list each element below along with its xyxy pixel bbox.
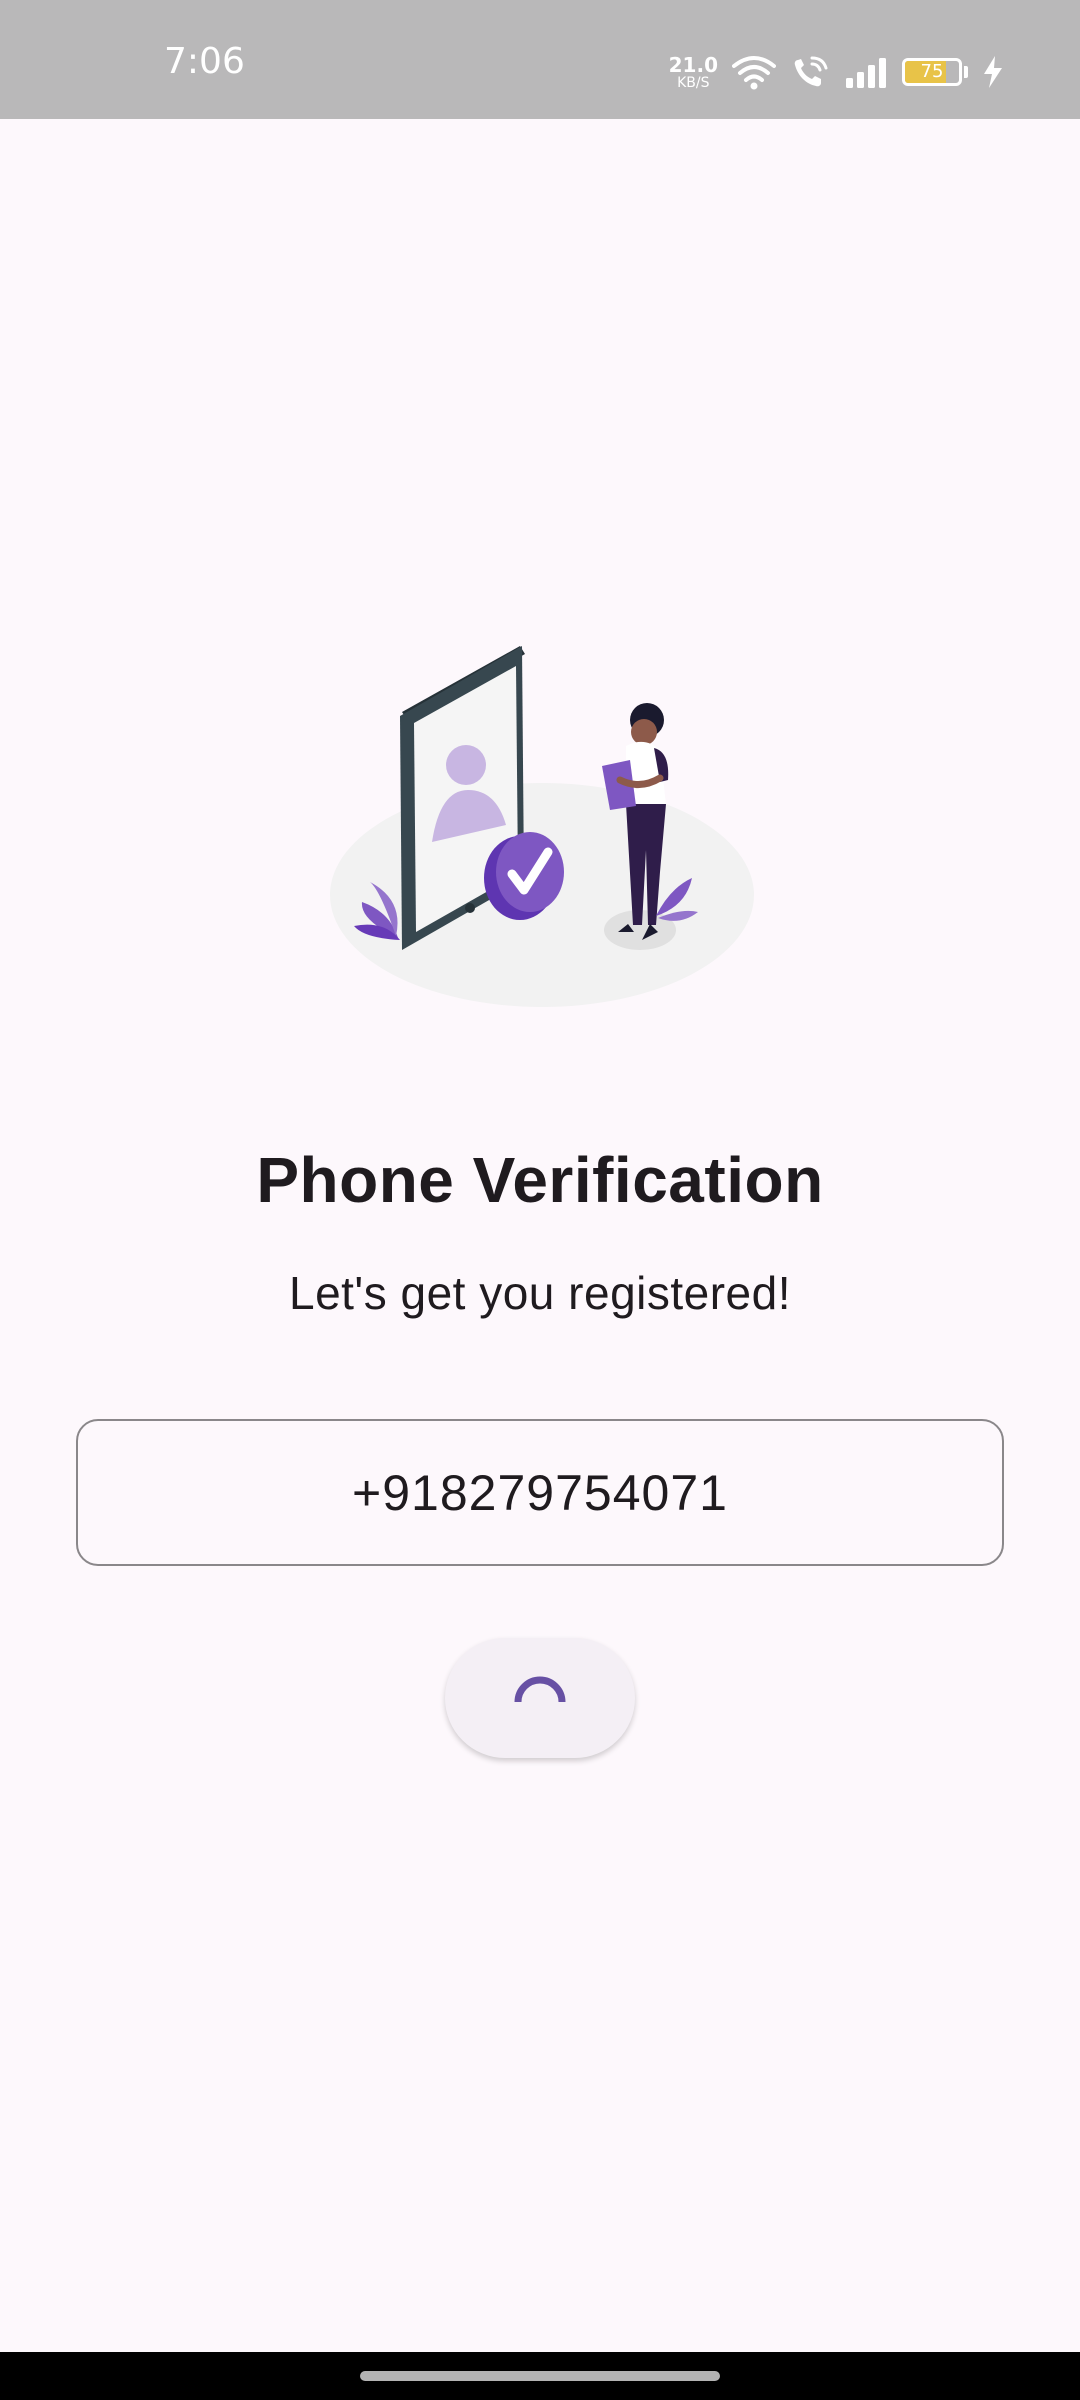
network-speed-value: 21.0 [668,52,718,77]
phone-number-input[interactable] [78,1462,1002,1523]
status-time: 7:06 [164,41,245,82]
phone-verification-illustration [330,646,754,1007]
page-subtitle: Let's get you registered! [288,1267,791,1319]
submit-button[interactable] [445,1638,635,1758]
navigation-bar [0,2352,1080,2400]
wifi-icon [732,56,776,90]
status-icons: 21.0 KB/S 75 [669,48,1004,96]
battery-tip [964,66,968,78]
charging-icon [984,56,1002,88]
page-title: Phone Verification [256,1144,824,1216]
network-speed-unit: KB/S [677,74,710,91]
status-bar: 7:06 21.0 KB/S 75 [0,0,1080,119]
battery-level: 75 [920,61,944,82]
spinner-icon [514,1676,566,1703]
wifi-calling-icon [794,56,828,87]
signal-icon [846,58,886,88]
phone-number-field[interactable] [76,1419,1004,1566]
home-indicator[interactable] [360,2371,720,2381]
battery-icon: 75 [902,58,962,86]
network-speed: 21.0 KB/S [669,55,718,90]
